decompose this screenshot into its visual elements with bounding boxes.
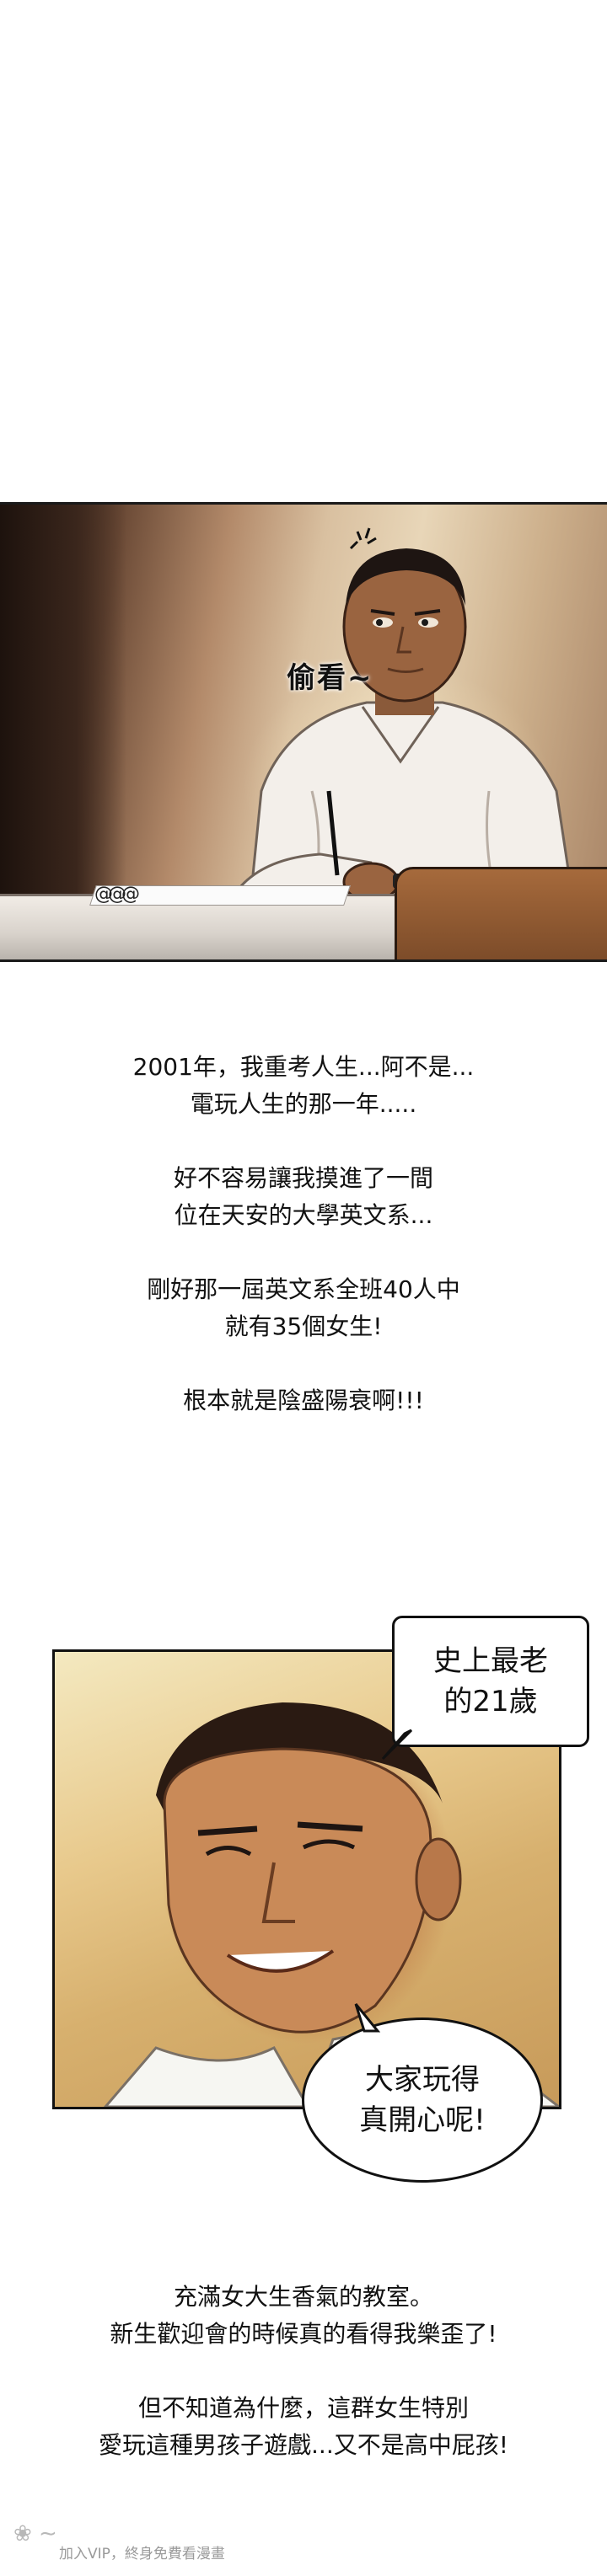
- narration-line: 電玩人生的那一年.....: [190, 1090, 417, 1118]
- narration-spacer: [0, 1234, 607, 1271]
- narration-spacer: [0, 1123, 607, 1160]
- narration-line: 但不知道為什麼，這群女生特別: [137, 2394, 469, 2422]
- narration-spacer: [0, 2353, 607, 2390]
- narration-line: 根本就是陰盛陽衰啊!!!: [183, 1387, 424, 1414]
- watermark: ❀ ∼ 加入VIP，終身免費看漫畫: [8, 2515, 261, 2573]
- bubble-line: 史上最老: [433, 1644, 548, 1678]
- narration-line: 好不容易讓我摸進了一間: [173, 1164, 433, 1192]
- watermark-logo-icon: ❀ ∼: [13, 2521, 57, 2547]
- bubble-line: 真開心呢!: [359, 2103, 486, 2137]
- speech-bubble-tail: [381, 1729, 413, 1761]
- bubble-line: 大家玩得: [365, 2063, 480, 2097]
- narration-block-1: 2001年，我重考人生...阿不是... 電玩人生的那一年..... 好不容易讓我…: [0, 1049, 607, 1419]
- speech-bubble-having-fun: 大家玩得 真開心呢!: [302, 2018, 543, 2183]
- narration-line: 2001年，我重考人生...阿不是...: [132, 1053, 475, 1081]
- narration-line: 充滿女大生香氣的教室。: [173, 2283, 433, 2311]
- narration-spacer: [0, 1345, 607, 1382]
- narration-line: 位在天安的大學英文系...: [174, 1201, 433, 1229]
- office-scene-panel: @@@ 偷看~: [0, 502, 607, 962]
- speech-bubble-tail: [354, 2003, 381, 2033]
- notebook-rings: @@@: [94, 884, 140, 905]
- narration-block-2: 充滿女大生香氣的教室。新生歡迎會的時候真的看得我樂歪了! 但不知道為什麼，這群女…: [0, 2279, 607, 2464]
- watermark-text: 加入VIP，終身免費看漫畫: [59, 2546, 225, 2563]
- chair: [395, 867, 607, 959]
- peek-sound-effect: 偷看~: [287, 661, 373, 695]
- background-shadow: [0, 505, 126, 901]
- narration-line: 就有35個女生!: [224, 1312, 383, 1340]
- narration-line: 愛玩這種男孩子遊戲...又不是高中屁孩!: [99, 2431, 508, 2459]
- narration-line: 剛好那一屆英文系全班40人中: [147, 1275, 460, 1303]
- speech-bubble-oldest: 史上最老 的21歲: [392, 1616, 589, 1747]
- bubble-line: 的21歲: [443, 1685, 538, 1718]
- sparkle-lines-icon: [349, 527, 377, 550]
- narration-line: 新生歡迎會的時候真的看得我樂歪了!: [110, 2320, 497, 2348]
